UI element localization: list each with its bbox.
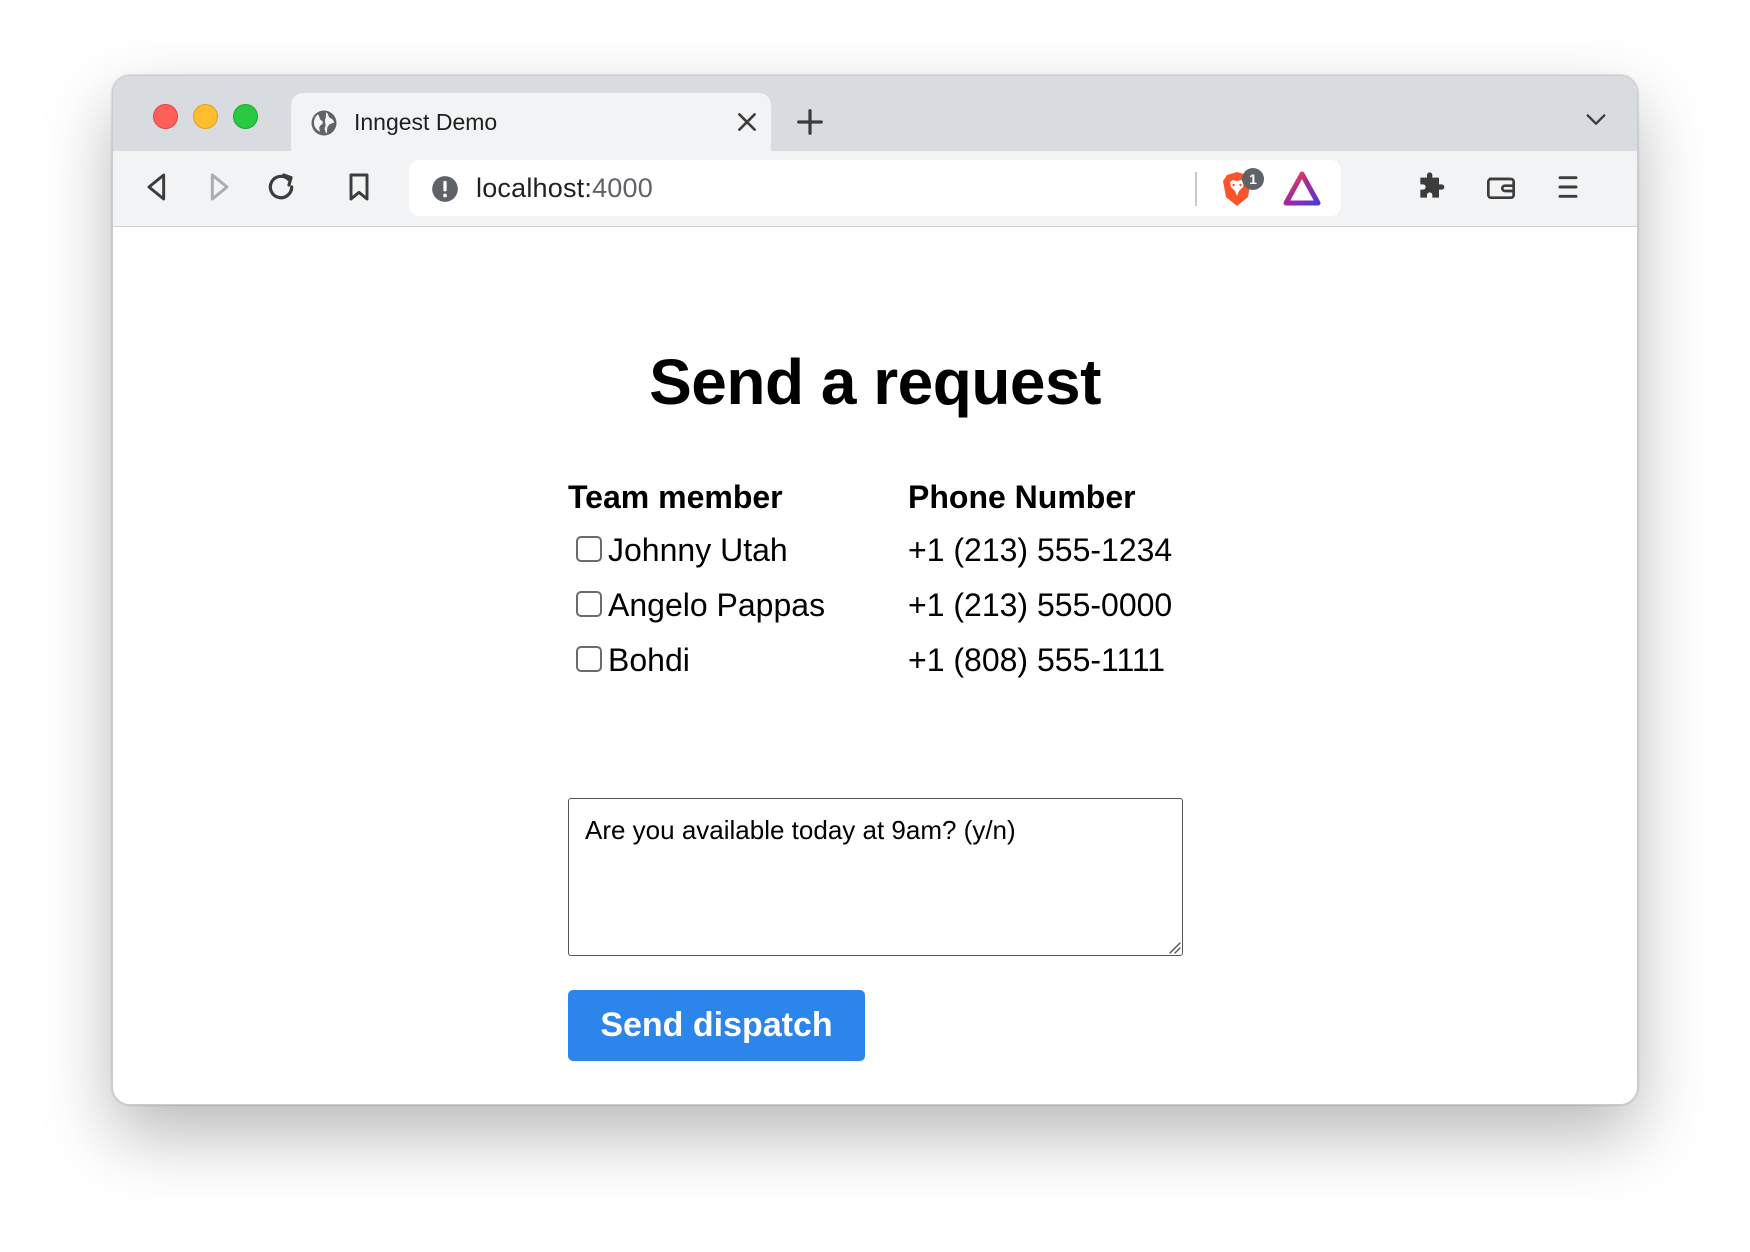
address-bar[interactable]: localhost:4000 1 [409,160,1341,216]
team-member-column-header: Team member [568,479,783,515]
close-tab-icon[interactable] [734,109,760,135]
message-textarea[interactable]: Are you available today at 9am? (y/n) [568,798,1183,956]
forward-icon[interactable] [203,171,235,203]
tab-title: Inngest Demo [354,109,498,135]
address-divider [1195,172,1197,206]
member-name: Johnny Utah [608,532,788,568]
new-tab-icon[interactable] [795,107,825,137]
globe-icon [311,110,337,136]
member-phone: +1 (213) 555-0000 [908,587,1173,623]
browser-toolbar: localhost:4000 1 [113,151,1637,227]
member-row: Bohdi +1 (808) 555-1111 [568,642,1268,682]
url-port: 4000 [592,173,653,203]
member-phone: +1 (808) 555-1111 [908,642,1166,678]
member-checkbox-johnny-utah[interactable] [576,536,602,562]
minimize-window-button[interactable] [193,104,218,129]
extensions-icon[interactable] [1415,171,1447,203]
send-dispatch-button[interactable]: Send dispatch [568,990,865,1061]
browser-window: Inngest Demo localhost:4000 1 Send a req… [112,75,1638,1105]
page-content: Send a request Team member Phone Number … [113,227,1637,1104]
member-name: Bohdi [608,642,690,678]
shield-count-badge: 1 [1242,168,1264,190]
tab-strip: Inngest Demo [113,76,1637,151]
page-title: Send a request [649,346,1101,418]
tab-inngest-demo[interactable]: Inngest Demo [291,93,771,151]
maximize-window-button[interactable] [233,104,258,129]
wallet-icon[interactable] [1485,171,1517,203]
member-row: Johnny Utah +1 (213) 555-1234 [568,532,1268,572]
chevron-down-icon[interactable] [1585,112,1607,128]
site-info-icon[interactable] [431,175,459,203]
member-phone: +1 (213) 555-1234 [908,532,1173,568]
member-checkbox-angelo-pappas[interactable] [576,591,602,617]
bookmark-icon[interactable] [343,171,375,203]
member-name: Angelo Pappas [608,587,826,623]
member-checkbox-bohdi[interactable] [576,646,602,672]
menu-icon[interactable] [1552,171,1584,203]
member-row: Angelo Pappas +1 (213) 555-0000 [568,587,1268,627]
back-icon[interactable] [141,171,173,203]
url-text: localhost:4000 [476,173,653,204]
close-window-button[interactable] [153,104,178,129]
resize-handle-icon[interactable] [1165,938,1181,954]
brave-rewards-icon[interactable] [1283,171,1321,207]
phone-number-column-header: Phone Number [908,479,1136,515]
url-host: localhost: [476,173,593,203]
reload-icon[interactable] [265,171,297,203]
